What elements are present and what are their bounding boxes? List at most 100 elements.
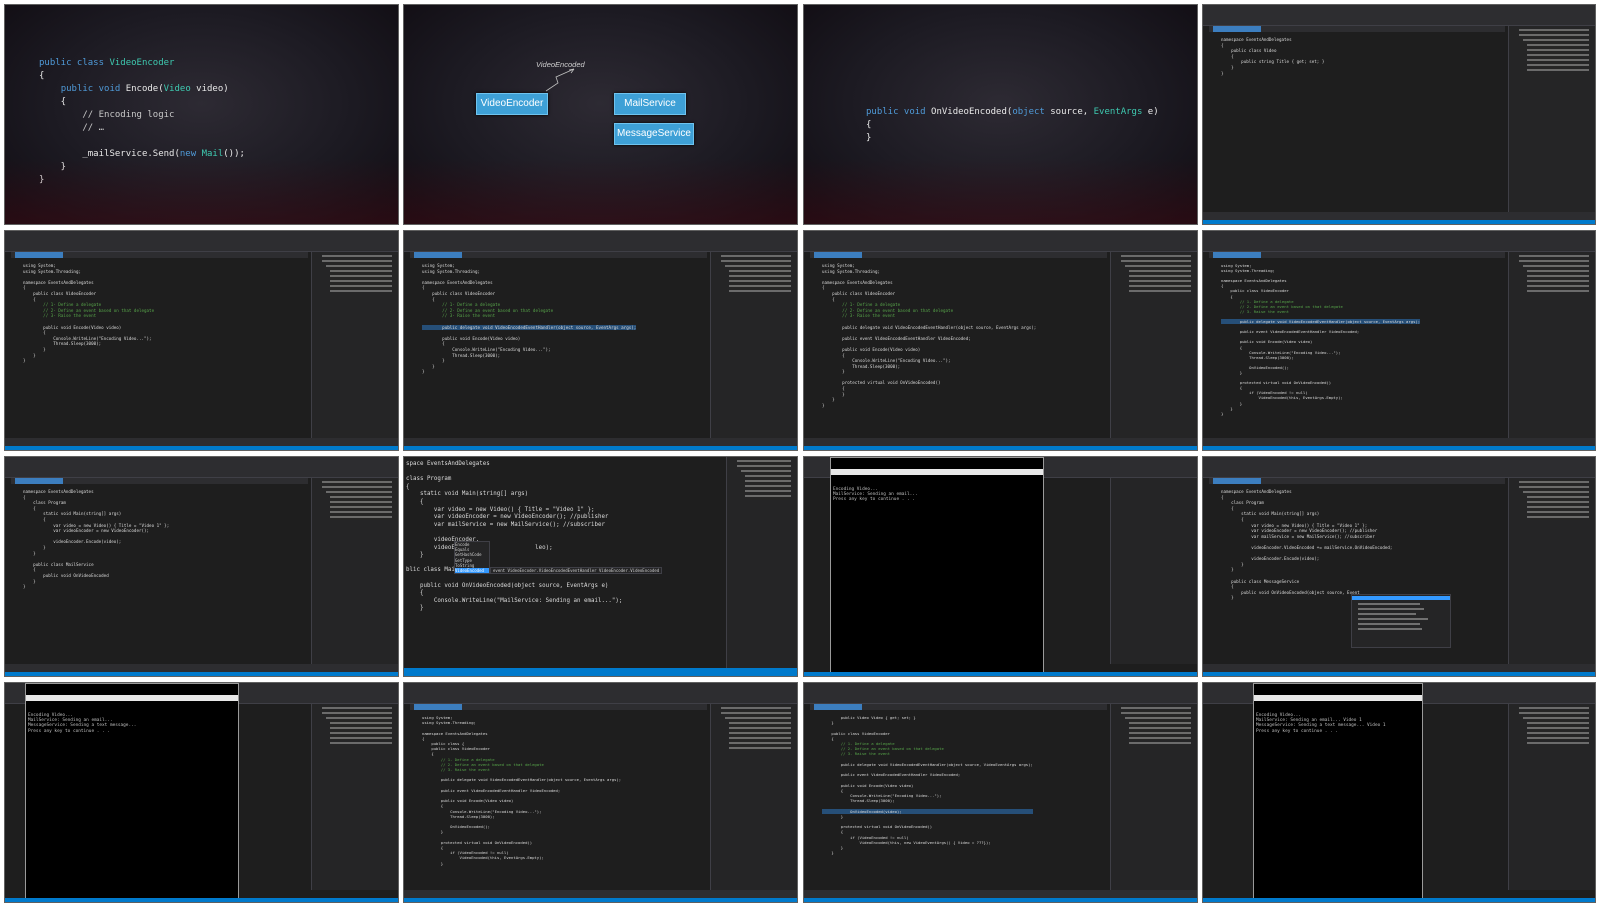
- output-panel[interactable]: [5, 664, 398, 672]
- toolbar[interactable]: [804, 695, 1197, 704]
- toolbar[interactable]: [5, 243, 398, 252]
- document-tabs[interactable]: [1209, 252, 1505, 258]
- code-line: // Encoding logic: [39, 110, 175, 120]
- tab-active[interactable]: [15, 252, 63, 258]
- solution-explorer[interactable]: [1508, 478, 1595, 664]
- status-bar: [1203, 446, 1595, 450]
- output-panel[interactable]: [804, 890, 1197, 898]
- toolbar[interactable]: [1203, 243, 1595, 252]
- output-panel[interactable]: [804, 438, 1197, 446]
- tab-active[interactable]: [414, 704, 462, 710]
- toolbar[interactable]: [1203, 17, 1595, 26]
- solution-explorer[interactable]: [726, 457, 797, 668]
- console-window[interactable]: Encoding Video... MailService: Sending an…: [1253, 683, 1423, 899]
- solution-explorer[interactable]: [710, 252, 797, 438]
- ide-intellisense-zoom: space EventsAndDelegates class Program{ …: [403, 456, 798, 677]
- output-panel[interactable]: [5, 438, 398, 446]
- output-panel[interactable]: [1203, 438, 1595, 446]
- tab-active[interactable]: [814, 704, 862, 710]
- console-titlebar[interactable]: [1254, 694, 1422, 701]
- tab-active[interactable]: [414, 252, 462, 258]
- solution-explorer[interactable]: [710, 704, 797, 890]
- code-line: var videoEncoder = new VideoEncoder(); /…: [1221, 528, 1378, 534]
- event-name-label: VideoEncoded: [536, 60, 585, 69]
- code-line: }: [23, 584, 26, 590]
- code-text: using System; using System.Threading; nam…: [422, 715, 621, 866]
- code-line: }: [1221, 410, 1224, 416]
- completion-item-selected[interactable]: VideoEncoded: [455, 568, 489, 574]
- output-panel[interactable]: [404, 890, 797, 898]
- code-line: static void Main(string[] args): [406, 491, 529, 498]
- completion-item[interactable]: [1358, 608, 1424, 610]
- document-tabs[interactable]: [1209, 478, 1505, 484]
- console-titlebar[interactable]: [26, 694, 238, 701]
- toolbar[interactable]: [404, 695, 797, 704]
- code-line: }: [422, 369, 425, 375]
- toolbar[interactable]: [5, 469, 398, 478]
- document-tabs[interactable]: [810, 252, 1107, 258]
- tab-active[interactable]: [15, 478, 63, 484]
- output-panel[interactable]: [404, 438, 797, 446]
- code-line: }: [422, 860, 444, 866]
- zoomed-editor[interactable]: space EventsAndDelegates class Program{ …: [404, 457, 724, 668]
- videoencoder-box: VideoEncoder: [476, 93, 548, 115]
- solution-explorer[interactable]: [1110, 704, 1197, 890]
- completion-item[interactable]: [1358, 613, 1416, 615]
- solution-explorer[interactable]: [1110, 478, 1197, 664]
- console-titlebar[interactable]: [831, 468, 1043, 475]
- intellisense-popup[interactable]: Encode Equals GetHashCode GetType ToStri…: [454, 541, 490, 575]
- completion-item[interactable]: [1358, 623, 1420, 625]
- solution-explorer[interactable]: [311, 704, 398, 890]
- document-tabs[interactable]: [410, 704, 707, 710]
- code-line: }: [406, 552, 424, 559]
- status-bar: [5, 672, 398, 676]
- code-line: var mailService = new MailService(); //s…: [1221, 533, 1375, 539]
- code-line: }: [1221, 70, 1224, 76]
- code-line: _mailService.Send(new Mail());: [39, 149, 245, 159]
- document-tabs[interactable]: [11, 252, 308, 258]
- completion-item-selected[interactable]: [1352, 596, 1450, 600]
- console-window[interactable]: Encoding Video... MailService: Sending an…: [25, 683, 239, 899]
- code-line: public delegate void VideoEncodedEventHa…: [422, 777, 622, 783]
- solution-explorer[interactable]: [311, 252, 398, 438]
- solution-explorer[interactable]: [1110, 252, 1197, 438]
- tab-active[interactable]: [1213, 26, 1261, 32]
- status-bar: [1203, 220, 1595, 224]
- solution-explorer[interactable]: [311, 478, 398, 664]
- output-panel[interactable]: [1203, 212, 1595, 220]
- solution-explorer[interactable]: [1508, 704, 1595, 890]
- solution-explorer[interactable]: [1508, 252, 1595, 438]
- code-line: public void OnVideoEncoded(object source…: [866, 107, 1159, 117]
- code-line: public delegate void VideoEncodedEventHa…: [422, 324, 637, 331]
- document-tabs[interactable]: [11, 478, 308, 484]
- output-panel[interactable]: [1203, 664, 1595, 672]
- ide-console-run-2: Encoding Video... MailService: Sending an…: [4, 682, 399, 903]
- document-tabs[interactable]: [410, 252, 707, 258]
- toolbar[interactable]: [404, 243, 797, 252]
- document-tabs[interactable]: [1209, 26, 1505, 32]
- ide-console-run-3: Encoding Video... MailService: Sending an…: [1202, 682, 1596, 903]
- code-line: var mailService = new MailService(); //s…: [406, 521, 605, 528]
- slide-onvideoencoded-signature: public void OnVideoEncoded(object source…: [803, 4, 1198, 225]
- toolbar[interactable]: [804, 243, 1197, 252]
- type-completion-list[interactable]: [1351, 594, 1451, 648]
- status-bar: [404, 668, 797, 676]
- code-line: // …: [39, 123, 105, 133]
- tab-active[interactable]: [814, 252, 862, 258]
- toolbar[interactable]: [1203, 469, 1595, 478]
- tab-active[interactable]: [1213, 478, 1261, 484]
- completion-item[interactable]: [1358, 603, 1420, 605]
- tab-active[interactable]: [1213, 252, 1261, 258]
- code-text: using System; using System.Threading; nam…: [23, 263, 154, 364]
- ide-video-class: namespace EventsAndDelegates{ public cla…: [1202, 4, 1596, 225]
- solution-explorer[interactable]: [1508, 26, 1595, 212]
- messageservice-box: MessageService: [614, 123, 694, 145]
- document-tabs[interactable]: [810, 704, 1107, 710]
- code-line: var videoEncoder = new VideoEncoder(); /…: [406, 514, 609, 521]
- console-window[interactable]: Encoding Video... MailService: Sending an…: [830, 457, 1044, 673]
- completion-item[interactable]: [1358, 628, 1422, 630]
- completion-item[interactable]: [1358, 618, 1428, 620]
- code-line: videoEncode leo);: [434, 544, 553, 551]
